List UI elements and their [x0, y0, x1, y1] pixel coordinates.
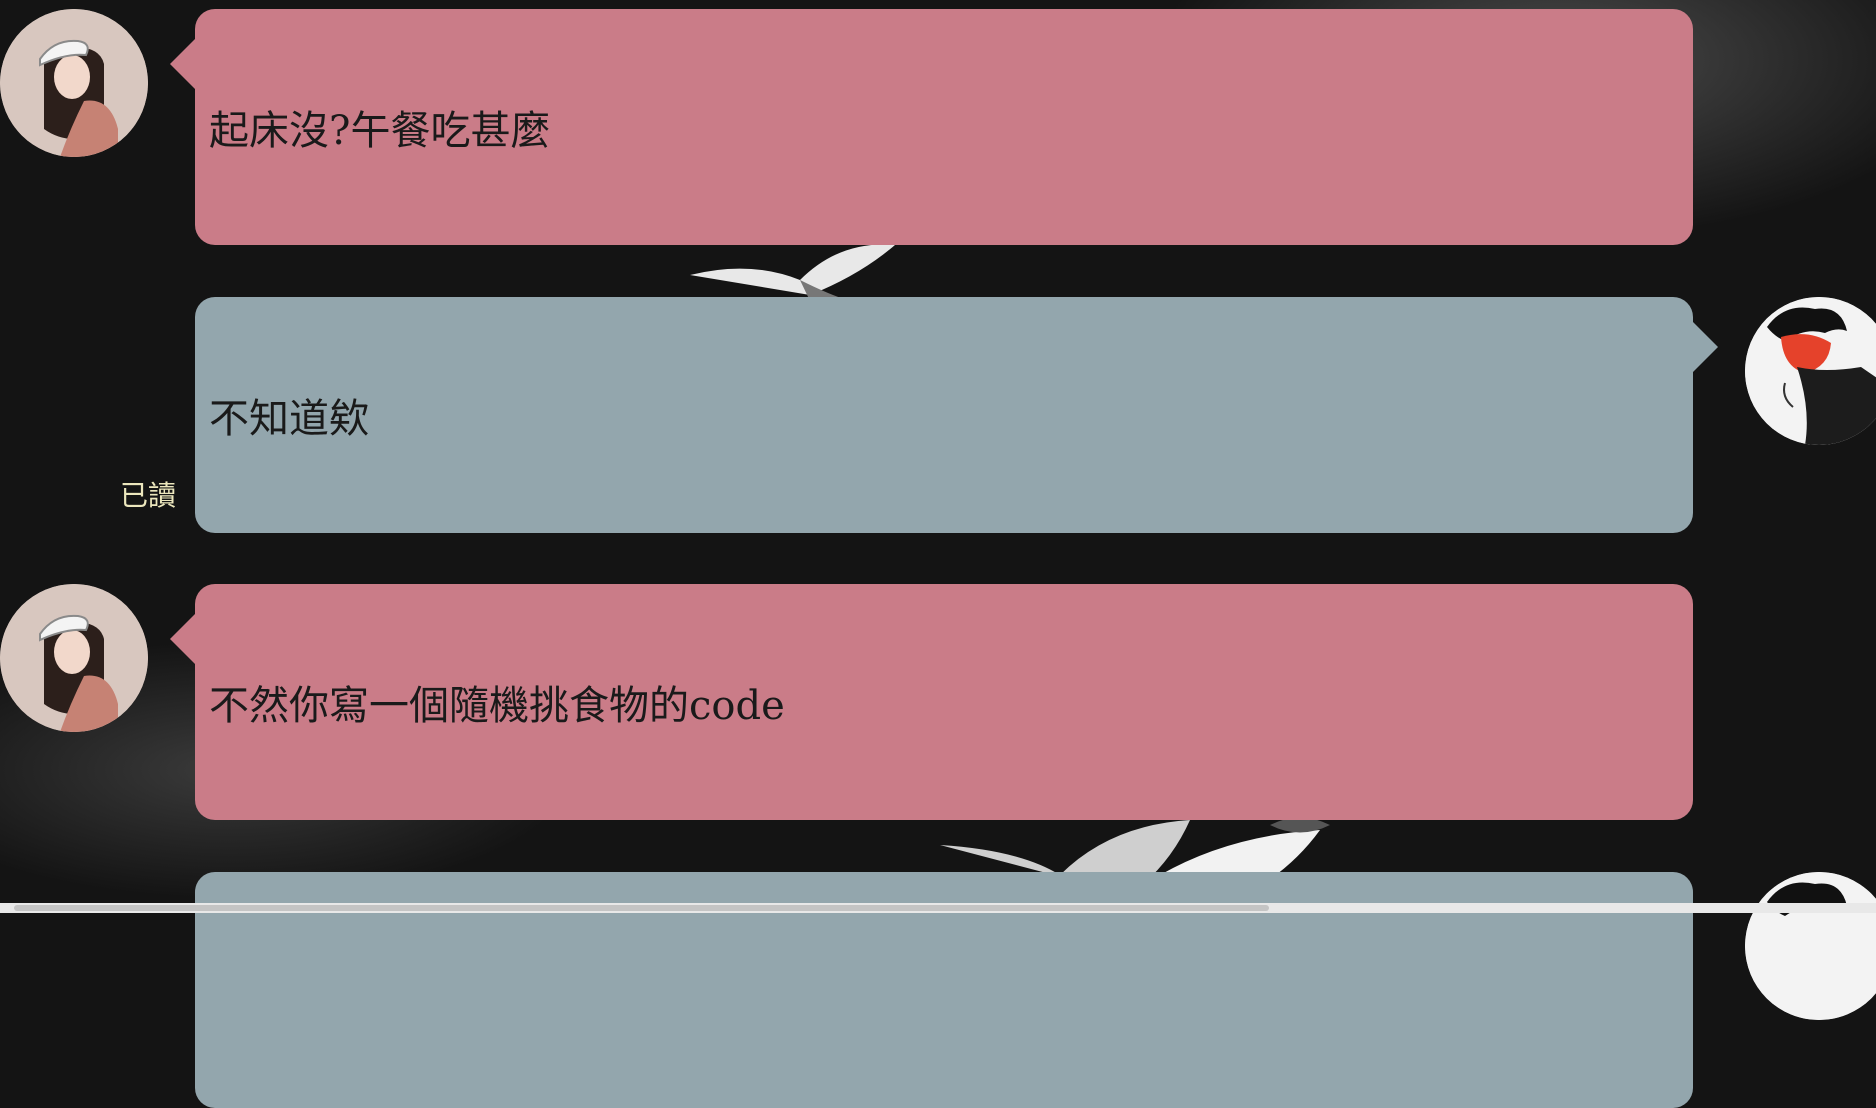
bubble-tail — [1693, 322, 1718, 372]
girl-avatar-icon[interactable] — [0, 584, 148, 732]
message-text: 不然你寫一個隨機挑食物的code — [209, 683, 785, 729]
bubble-tail — [170, 39, 195, 89]
boy-avatar-icon[interactable] — [1745, 872, 1876, 1020]
message-bubble[interactable]: 起床沒?午餐吃甚麼 — [170, 9, 1693, 245]
read-status: 已讀 — [120, 479, 177, 512]
girl-avatar-icon[interactable] — [0, 9, 148, 157]
message-text: 起床沒?午餐吃甚麼 — [209, 108, 551, 154]
scrollbar-thumb[interactable] — [14, 905, 1269, 911]
message-bubble[interactable]: 不然你寫一個隨機挑食物的code — [170, 584, 1693, 820]
crane-decoration — [690, 244, 895, 301]
message-bubble[interactable]: 不知道欸 — [195, 297, 1718, 533]
bubble-tail — [170, 614, 195, 664]
message-text: 不知道欸 — [209, 396, 369, 442]
horizontal-scrollbar[interactable] — [0, 903, 1876, 913]
